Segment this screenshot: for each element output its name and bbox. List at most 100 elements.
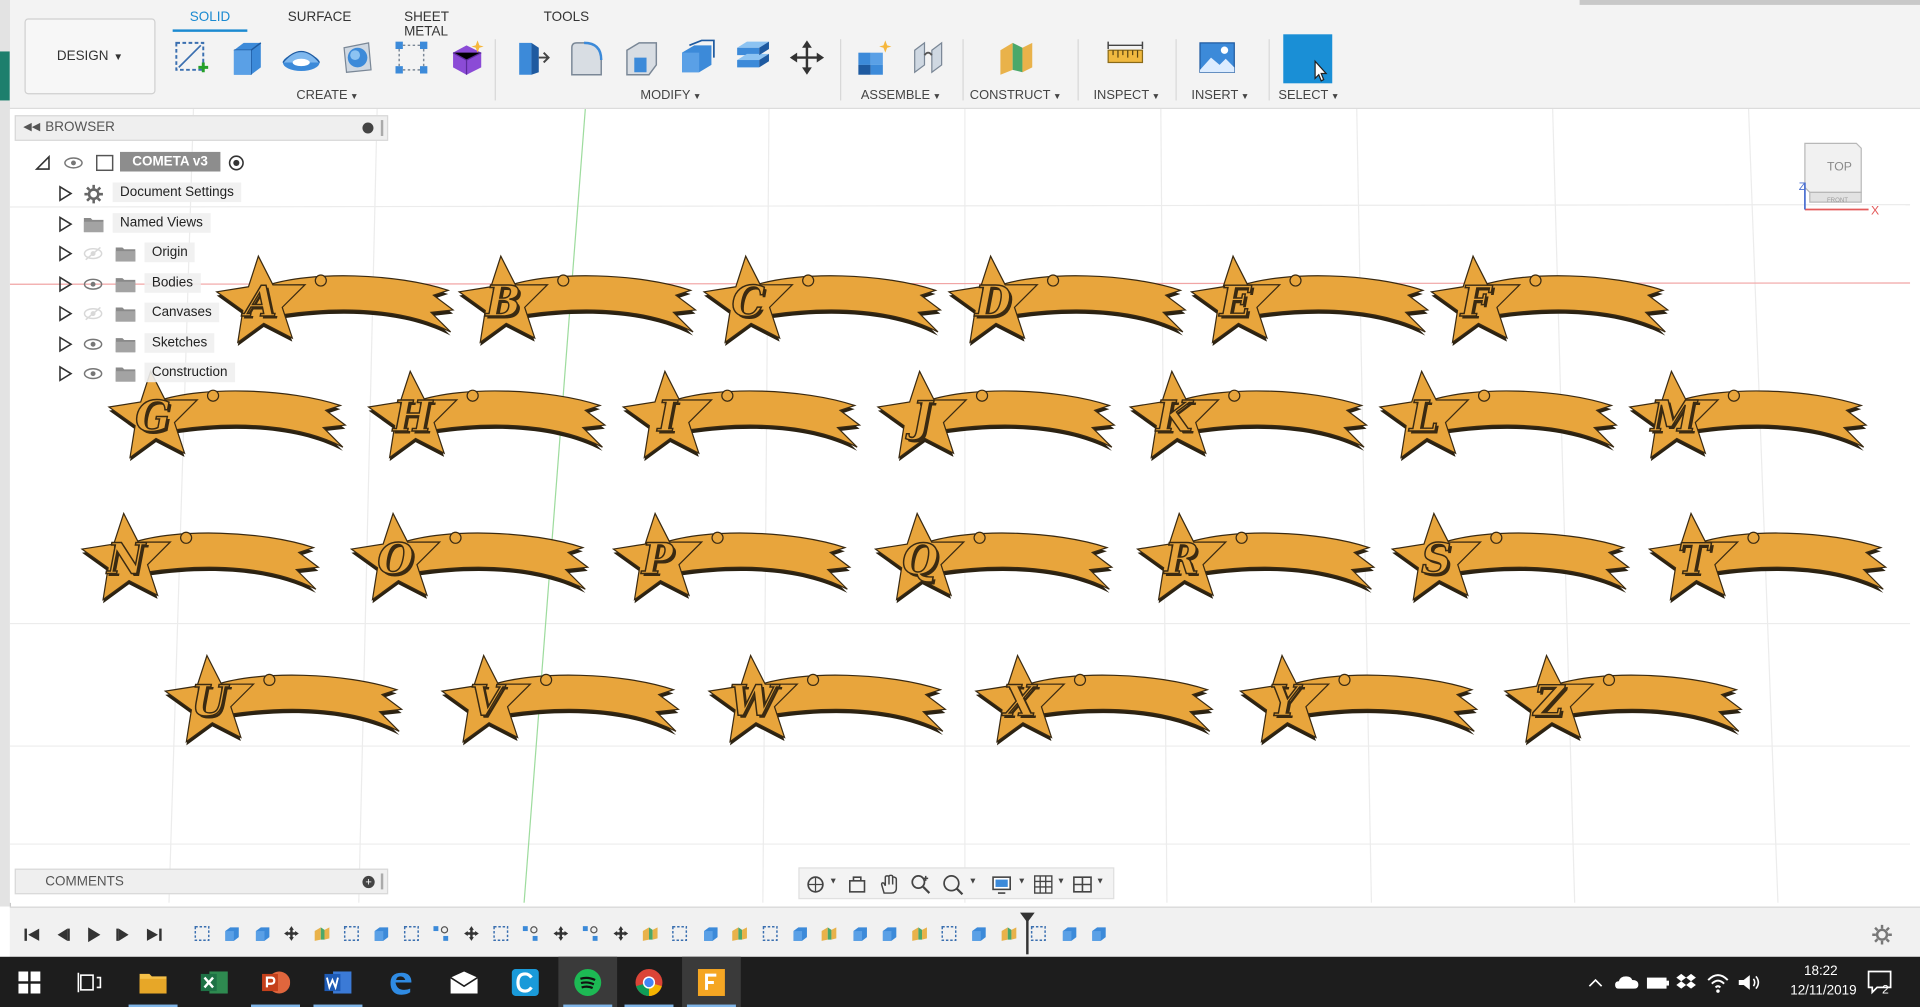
- comet-body-b[interactable]: BB: [457, 254, 698, 346]
- edge-icon[interactable]: [371, 957, 430, 1007]
- comet-body-z[interactable]: ZZ: [1503, 653, 1743, 746]
- pattern-feature-icon[interactable]: [432, 925, 449, 942]
- shell-icon[interactable]: [676, 37, 718, 79]
- extrude-icon[interactable]: [225, 37, 267, 79]
- step-back-icon[interactable]: [53, 925, 73, 945]
- expand-toggle-icon[interactable]: [56, 215, 73, 232]
- chamfer-icon[interactable]: [621, 37, 663, 79]
- viewcube[interactable]: TOP FRONT X Z: [1799, 142, 1879, 218]
- plane-feature-icon[interactable]: [313, 925, 330, 942]
- extrude-feature-icon[interactable]: [881, 925, 898, 942]
- comet-body-i[interactable]: II: [621, 369, 862, 462]
- create-sketch-icon[interactable]: [170, 37, 212, 79]
- select-icon[interactable]: [1283, 34, 1333, 84]
- sketch-feature-icon[interactable]: [193, 925, 210, 942]
- expand-toggle-icon[interactable]: [56, 365, 73, 382]
- top-scrollbar[interactable]: [1579, 0, 1920, 5]
- create-form-icon[interactable]: [446, 37, 488, 79]
- extrude-feature-icon[interactable]: [701, 925, 718, 942]
- expand-toggle-icon[interactable]: [56, 305, 73, 322]
- panel-grip[interactable]: [380, 120, 384, 136]
- chevron-up-icon[interactable]: [1587, 971, 1604, 993]
- extrude-feature-icon[interactable]: [253, 925, 270, 942]
- mail-icon[interactable]: [435, 957, 494, 1007]
- add-comment-icon[interactable]: +: [362, 875, 375, 889]
- sketch-feature-icon[interactable]: [671, 925, 688, 942]
- move-feature-icon[interactable]: [462, 925, 479, 942]
- viewports-icon[interactable]: [1071, 873, 1093, 895]
- comet-body-g[interactable]: GG: [107, 369, 347, 462]
- file-explorer-icon[interactable]: [124, 957, 183, 1007]
- word-icon[interactable]: [309, 957, 368, 1007]
- comet-body-a[interactable]: AA: [215, 254, 455, 346]
- task-view-icon[interactable]: [60, 957, 119, 1007]
- minimize-icon[interactable]: [362, 122, 374, 134]
- comet-body-q[interactable]: QQ: [873, 511, 1114, 604]
- sketch-feature-icon[interactable]: [761, 925, 778, 942]
- pattern-feature-icon[interactable]: [522, 925, 539, 942]
- extrude-feature-icon[interactable]: [373, 925, 390, 942]
- chevron-down-icon[interactable]: ▼: [1018, 877, 1026, 886]
- move-feature-icon[interactable]: [612, 925, 629, 942]
- expand-toggle-icon[interactable]: [56, 245, 73, 262]
- look-at-icon[interactable]: [846, 873, 868, 895]
- create-menu[interactable]: CREATE ▼: [296, 88, 358, 103]
- excel-icon[interactable]: [185, 957, 244, 1007]
- comet-body-p[interactable]: PP: [611, 511, 852, 604]
- chevron-down-icon[interactable]: ▼: [829, 877, 837, 886]
- collapse-panel-icon[interactable]: ◀◀: [23, 120, 40, 133]
- chevron-down-icon[interactable]: ▼: [1096, 877, 1104, 886]
- assemble-menu[interactable]: ASSEMBLE ▼: [861, 88, 941, 103]
- joint-icon[interactable]: [909, 37, 951, 79]
- comet-body-h[interactable]: HH: [367, 369, 607, 462]
- revolve-icon[interactable]: [280, 37, 322, 79]
- workspace-design-button[interactable]: DESIGN ▼: [24, 18, 156, 95]
- fit-zoom-icon[interactable]: [942, 873, 964, 896]
- comet-body-n[interactable]: NN: [80, 511, 320, 604]
- extrude-feature-icon[interactable]: [1090, 925, 1107, 942]
- chevron-down-icon[interactable]: ▼: [969, 877, 977, 886]
- visibility-eye-icon[interactable]: [83, 364, 103, 384]
- move-copy-icon[interactable]: [786, 37, 828, 79]
- comet-body-t[interactable]: TT: [1647, 511, 1888, 604]
- plane-feature-icon[interactable]: [821, 925, 838, 942]
- comet-body-x[interactable]: XX: [974, 653, 1214, 746]
- volume-icon[interactable]: [1736, 971, 1760, 993]
- extrude-feature-icon[interactable]: [851, 925, 868, 942]
- rectangular-pattern-icon[interactable]: [391, 37, 433, 79]
- insert-image-icon[interactable]: [1196, 37, 1238, 79]
- play-icon[interactable]: [83, 925, 103, 945]
- comet-body-f[interactable]: FF: [1429, 254, 1670, 346]
- inspect-menu[interactable]: INSPECT ▼: [1093, 88, 1160, 103]
- comet-body-r[interactable]: RR: [1135, 511, 1376, 604]
- sketch-feature-icon[interactable]: [403, 925, 420, 942]
- viewcube-front-face[interactable]: FRONT: [1827, 197, 1848, 204]
- comet-body-o[interactable]: OO: [349, 511, 590, 604]
- go-to-start-icon[interactable]: [22, 925, 42, 945]
- pattern-feature-icon[interactable]: [582, 925, 599, 942]
- comet-body-d[interactable]: DD: [947, 254, 1187, 346]
- plane-feature-icon[interactable]: [911, 925, 928, 942]
- comet-body-w[interactable]: WW: [707, 653, 947, 746]
- move-feature-icon[interactable]: [283, 925, 300, 942]
- expand-toggle-icon[interactable]: [34, 154, 51, 171]
- tab-tools[interactable]: TOOLS: [544, 10, 589, 25]
- comet-body-m[interactable]: MM: [1628, 369, 1868, 462]
- sketch-feature-icon[interactable]: [1030, 925, 1047, 942]
- expand-toggle-icon[interactable]: [56, 275, 73, 292]
- start-icon[interactable]: [0, 957, 59, 1007]
- plane-feature-icon[interactable]: [1000, 925, 1017, 942]
- step-forward-icon[interactable]: [114, 925, 134, 945]
- gear-icon[interactable]: [1871, 924, 1893, 946]
- tab-sheet-metal[interactable]: SHEET METAL: [404, 10, 449, 39]
- display-settings-icon[interactable]: [991, 873, 1013, 895]
- activate-radio-icon[interactable]: [228, 154, 245, 171]
- comet-body-k[interactable]: KK: [1128, 369, 1369, 462]
- zoom-icon[interactable]: [910, 873, 932, 895]
- tab-surface[interactable]: SURFACE: [288, 10, 352, 25]
- extrude-feature-icon[interactable]: [970, 925, 987, 942]
- construct-menu[interactable]: CONSTRUCT ▼: [970, 88, 1062, 103]
- go-to-end-icon[interactable]: [144, 925, 164, 945]
- extrude-feature-icon[interactable]: [791, 925, 808, 942]
- move-feature-icon[interactable]: [552, 925, 569, 942]
